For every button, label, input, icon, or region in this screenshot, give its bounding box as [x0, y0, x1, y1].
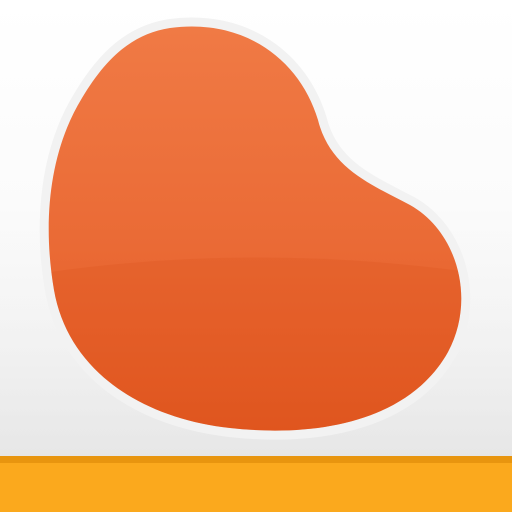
bean-icon: [39, 17, 471, 440]
app-icon: [0, 0, 512, 512]
